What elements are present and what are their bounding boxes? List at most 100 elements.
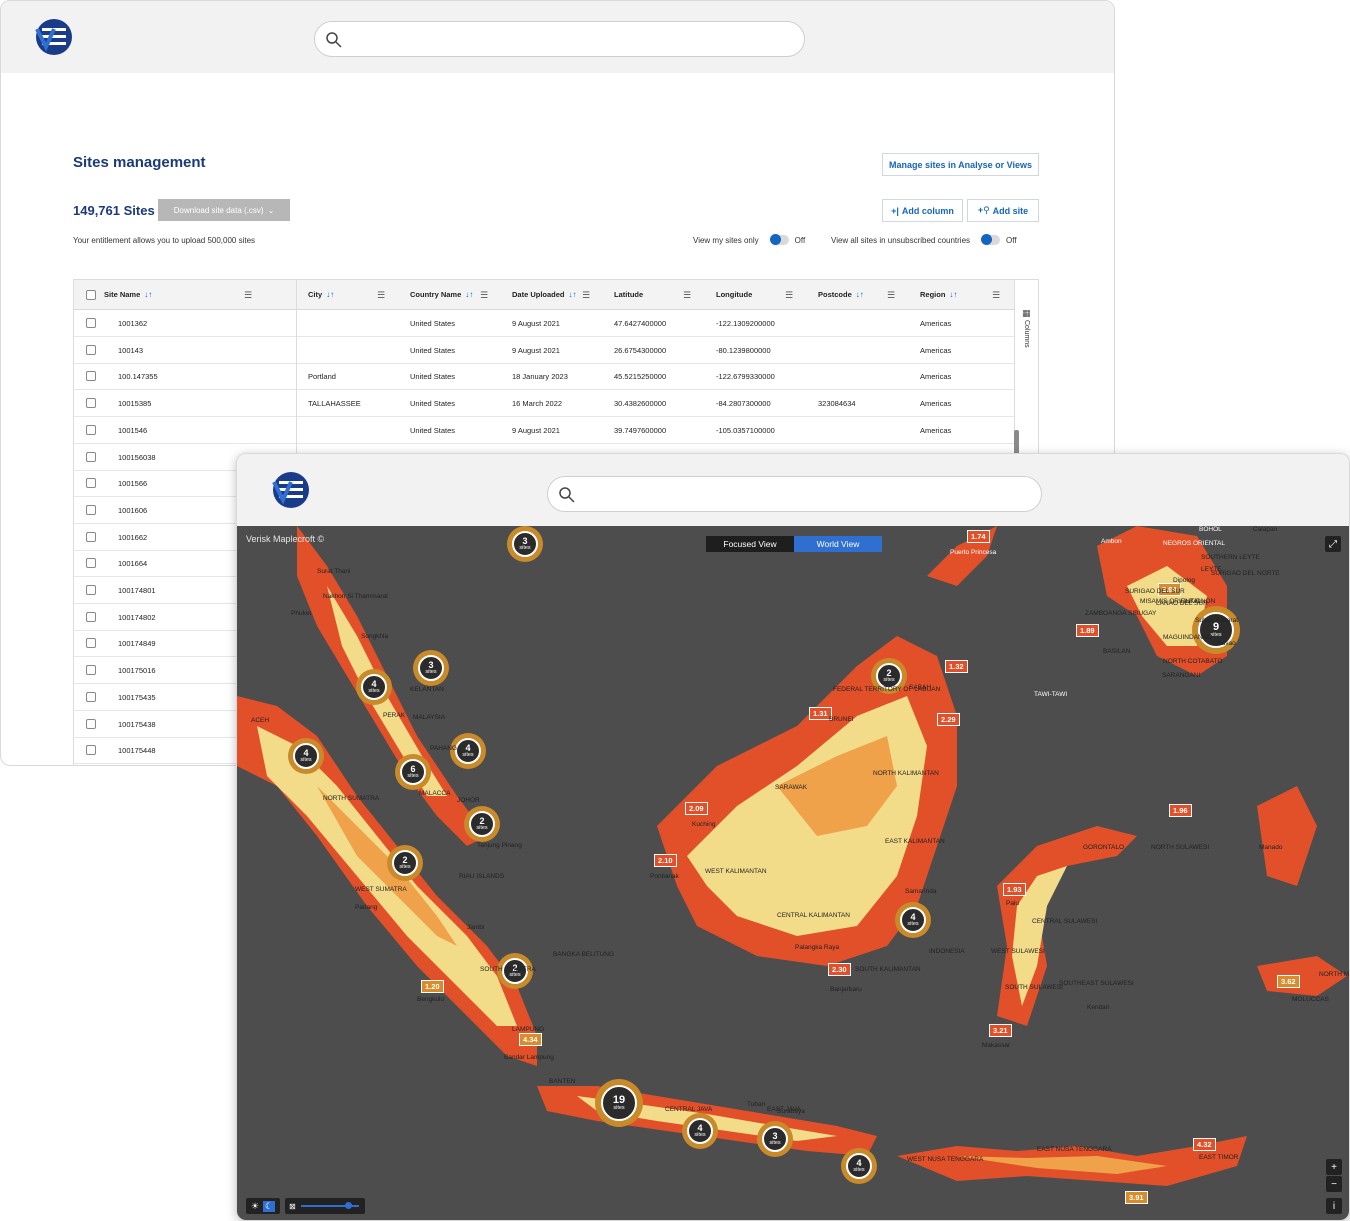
- site-cluster[interactable]: 4 sites: [841, 1148, 877, 1184]
- risk-score-label[interactable]: 4.32: [1193, 1138, 1216, 1151]
- risk-score-label[interactable]: 3.91: [1125, 1191, 1148, 1204]
- col-header-region[interactable]: Region ↓↑: [920, 290, 957, 299]
- cluster-badge: 4 sites: [455, 738, 481, 764]
- filter-icon[interactable]: ☰: [785, 290, 793, 301]
- site-cluster[interactable]: 3 sites: [413, 650, 449, 686]
- filter-icon[interactable]: ☰: [244, 290, 252, 301]
- info-button[interactable]: i: [1326, 1198, 1342, 1214]
- row-checkbox[interactable]: [86, 558, 96, 569]
- download-csv-button[interactable]: Download site data (.csv) ⌄: [158, 199, 290, 221]
- row-checkbox[interactable]: [86, 318, 96, 328]
- risk-score-label[interactable]: 3.62: [1277, 975, 1300, 988]
- view-my-sites-toggle[interactable]: [769, 234, 789, 245]
- row-checkbox[interactable]: [86, 451, 96, 462]
- row-checkbox[interactable]: [86, 424, 96, 435]
- row-checkbox[interactable]: [86, 478, 96, 489]
- add-column-button[interactable]: +| Add column: [882, 199, 963, 222]
- sort-icon[interactable]: ↓↑: [144, 290, 152, 299]
- map-place-label: CENTRAL SULAWESI: [1032, 918, 1098, 925]
- table-row[interactable]: 10015385 TALLAHASSEE United States 16 March…: [74, 390, 1014, 418]
- table-row[interactable]: 1001546 United States 9 August 2021 39.7497…: [74, 417, 1014, 444]
- map-place-label: Dipolog: [1173, 577, 1196, 584]
- row-checkbox[interactable]: [86, 398, 96, 409]
- risk-score-label[interactable]: 2.29: [937, 713, 960, 726]
- sort-icon[interactable]: ↓↑: [465, 290, 473, 299]
- row-checkbox[interactable]: [86, 531, 96, 542]
- table-cell: -105.0357100000: [716, 425, 775, 435]
- search-input[interactable]: [314, 21, 805, 57]
- filter-icon[interactable]: ☰: [683, 290, 691, 301]
- filter-icon[interactable]: ☰: [992, 290, 1000, 301]
- risk-score-label[interactable]: 1.32: [945, 660, 968, 673]
- map-place-label: EAST NUSA TENGGARA: [1037, 1146, 1112, 1153]
- risk-score-label[interactable]: 2.10: [654, 854, 677, 867]
- col-header-latitude[interactable]: Latitude: [614, 290, 643, 299]
- col-header-site-name[interactable]: Site Name ↓↑: [104, 290, 152, 299]
- site-cluster[interactable]: 4 sites: [895, 902, 931, 938]
- filter-icon[interactable]: ☰: [377, 290, 385, 301]
- filter-icon[interactable]: ☰: [887, 290, 895, 301]
- risk-score-label[interactable]: 2.09: [685, 802, 708, 815]
- select-all-checkbox[interactable]: [86, 290, 96, 300]
- col-header-city[interactable]: City ↓↑: [308, 290, 334, 299]
- risk-score-label[interactable]: 1.20: [421, 980, 444, 993]
- site-cluster[interactable]: 4 sites: [356, 669, 392, 705]
- risk-score-label[interactable]: 1.74: [967, 530, 990, 543]
- view-all-sites-toggle[interactable]: [981, 234, 1001, 245]
- row-checkbox[interactable]: [86, 718, 96, 729]
- risk-score-label[interactable]: 4.34: [519, 1033, 542, 1046]
- sort-icon[interactable]: ↓↑: [949, 290, 957, 299]
- table-row[interactable]: 100.147355 Portland United States 18 Januar…: [74, 363, 1014, 391]
- risk-score-label[interactable]: 1.89: [1076, 624, 1099, 637]
- filter-icon[interactable]: ☰: [480, 290, 488, 301]
- focused-view-button[interactable]: Focused View: [706, 536, 794, 552]
- zoom-out-button[interactable]: −: [1326, 1176, 1342, 1192]
- risk-score-label[interactable]: 1.96: [1169, 804, 1192, 817]
- site-cluster[interactable]: 4 sites: [288, 738, 324, 774]
- site-cluster[interactable]: 19 sites: [595, 1079, 643, 1127]
- fullscreen-icon[interactable]: ⤢: [1325, 536, 1341, 552]
- col-header-longitude[interactable]: Longitude: [716, 290, 752, 299]
- filter-icon[interactable]: ☰: [582, 290, 590, 301]
- row-checkbox[interactable]: [86, 371, 96, 382]
- sort-icon[interactable]: ↓↑: [856, 290, 864, 299]
- site-cluster[interactable]: 4 sites: [682, 1113, 718, 1149]
- row-checkbox[interactable]: [86, 611, 96, 622]
- row-checkbox[interactable]: [86, 665, 96, 676]
- table-row[interactable]: 1001362 United States 9 August 2021 47.6427…: [74, 310, 1014, 337]
- sort-icon[interactable]: ↓↑: [569, 290, 577, 299]
- moon-icon[interactable]: ☾: [263, 1200, 276, 1212]
- site-cluster[interactable]: 2 sites: [387, 845, 423, 881]
- row-checkbox[interactable]: [86, 638, 96, 649]
- add-site-button[interactable]: +⚲ Add site: [967, 199, 1039, 222]
- table-row[interactable]: 100143 United States 9 August 2021 26.67543…: [74, 337, 1014, 364]
- row-checkbox[interactable]: [86, 344, 96, 355]
- site-cluster[interactable]: 3 sites: [757, 1121, 793, 1157]
- sun-icon[interactable]: ☀: [251, 1201, 259, 1212]
- manage-sites-button[interactable]: Manage sites in Analyse or Views: [882, 153, 1039, 176]
- world-view-button[interactable]: World View: [794, 536, 882, 552]
- col-header-country[interactable]: Country Name ↓↑: [410, 290, 473, 299]
- site-cluster[interactable]: 3 sites: [507, 526, 543, 562]
- sort-icon[interactable]: ↓↑: [326, 290, 334, 299]
- row-checkbox[interactable]: [86, 585, 96, 595]
- row-checkbox[interactable]: [86, 504, 96, 515]
- site-cluster[interactable]: 6 sites: [395, 754, 431, 790]
- col-header-date[interactable]: Date Uploaded ↓↑: [512, 290, 577, 299]
- risk-map[interactable]: Verisk Maplecroft © Focused View World V…: [237, 526, 1349, 1220]
- row-checkbox[interactable]: [86, 691, 96, 702]
- row-checkbox[interactable]: [86, 745, 96, 756]
- theme-toggle[interactable]: ☀ ☾: [246, 1198, 280, 1214]
- site-cluster[interactable]: 2 sites: [464, 806, 500, 842]
- verisk-logo-icon[interactable]: [34, 17, 74, 57]
- opacity-slider-handle[interactable]: [345, 1202, 352, 1209]
- zoom-in-button[interactable]: +: [1326, 1159, 1342, 1175]
- verisk-logo-icon[interactable]: [271, 470, 311, 510]
- cluster-unit: sites: [462, 751, 474, 758]
- col-header-postcode[interactable]: Postcode ↓↑: [818, 290, 864, 299]
- table-cell: United States: [410, 319, 456, 328]
- risk-score-label[interactable]: 1.93: [1003, 883, 1026, 896]
- search-input[interactable]: [547, 476, 1042, 512]
- risk-score-label[interactable]: 2.30: [828, 963, 851, 976]
- risk-score-label[interactable]: 3.21: [989, 1024, 1012, 1037]
